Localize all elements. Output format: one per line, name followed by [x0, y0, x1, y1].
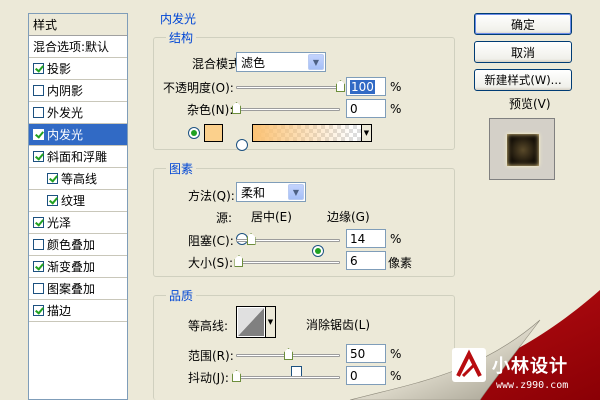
style-list-item-label: 外发光	[47, 106, 84, 120]
elements-title: 图素	[166, 160, 197, 177]
style-enable-checkbox[interactable]	[47, 195, 58, 206]
chevron-down-icon: ▼	[288, 184, 304, 200]
style-enable-checkbox[interactable]	[33, 239, 44, 250]
noise-input[interactable]: 0	[346, 99, 386, 118]
method-select[interactable]: 柔和 ▼	[236, 182, 306, 202]
size-input[interactable]: 6	[346, 251, 386, 270]
opacity-slider-track[interactable]	[236, 86, 340, 89]
style-list-item-label: 投影	[47, 62, 72, 76]
style-preview-thumbnail	[507, 134, 539, 166]
range-label: 范围(R):	[188, 349, 234, 363]
style-enable-checkbox[interactable]	[33, 63, 44, 74]
style-enable-checkbox[interactable]	[33, 217, 44, 228]
style-list-item[interactable]: 外发光	[29, 102, 127, 124]
style-enable-checkbox[interactable]	[33, 305, 44, 316]
style-list-item[interactable]: 图案叠加	[29, 278, 127, 300]
style-list-item-label: 混合选项:默认	[33, 40, 110, 54]
style-enable-checkbox[interactable]	[47, 173, 58, 184]
source-edge-radio[interactable]	[312, 245, 324, 257]
style-list-item-label: 内发光	[47, 128, 84, 142]
gradient-radio[interactable]	[236, 139, 248, 151]
contour-picker[interactable]: ▼	[236, 306, 276, 338]
style-enable-checkbox[interactable]	[33, 283, 44, 294]
style-list-header: 样式	[29, 14, 127, 36]
style-list-item[interactable]: 等高线	[29, 168, 127, 190]
opacity-unit: %	[390, 80, 402, 94]
style-enable-checkbox[interactable]	[33, 151, 44, 162]
cancel-button[interactable]: 取消	[474, 41, 572, 63]
watermark-brand: 小林设计	[492, 356, 568, 377]
source-center-label[interactable]: 居中(E)	[251, 208, 292, 225]
glow-gradient-picker[interactable]: ▼	[252, 124, 372, 142]
new-style-button[interactable]: 新建样式(W)...	[474, 69, 572, 91]
structure-title: 结构	[166, 29, 197, 46]
method-value: 柔和	[241, 185, 266, 200]
style-list-item[interactable]: 斜面和浮雕	[29, 146, 127, 168]
style-list-item-label: 内阴影	[47, 84, 84, 98]
style-list-item[interactable]: 描边	[29, 300, 127, 322]
noise-label: 杂色(N):	[187, 103, 234, 117]
style-list-item-label: 等高线	[61, 172, 98, 186]
blend-mode-value: 滤色	[241, 55, 266, 70]
style-enable-checkbox[interactable]	[33, 261, 44, 272]
style-list-item[interactable]: 渐变叠加	[29, 256, 127, 278]
style-enable-checkbox[interactable]	[33, 129, 44, 140]
chevron-down-icon: ▼	[361, 125, 371, 141]
color-radio[interactable]	[188, 127, 200, 139]
style-list-item[interactable]: 投影	[29, 58, 127, 80]
style-list-item[interactable]: 颜色叠加	[29, 234, 127, 256]
contour-linear-icon	[238, 308, 264, 336]
style-preview-box	[489, 118, 555, 180]
method-label: 方法(Q):	[188, 189, 235, 203]
jitter-slider-track[interactable]	[236, 376, 340, 379]
contour-label: 等高线:	[188, 319, 229, 333]
glow-color-swatch[interactable]	[204, 124, 223, 142]
style-list-item[interactable]: 纹理	[29, 190, 127, 212]
choke-input[interactable]: 14	[346, 229, 386, 248]
opacity-label: 不透明度(O):	[163, 81, 234, 95]
blend-mode-select[interactable]: 滤色 ▼	[236, 52, 326, 72]
style-list-item[interactable]: 混合选项:默认	[29, 36, 127, 58]
chevron-down-icon: ▼	[308, 54, 324, 70]
chevron-down-icon: ▼	[265, 307, 275, 337]
style-list-item-label: 颜色叠加	[47, 238, 96, 252]
size-slider-track[interactable]	[236, 261, 340, 264]
choke-label: 阻塞(C):	[188, 234, 234, 248]
style-list-item-label: 光泽	[47, 216, 72, 230]
source-edge-label[interactable]: 边缘(G)	[327, 208, 370, 225]
style-list-item[interactable]: 光泽	[29, 212, 127, 234]
size-label: 大小(S):	[188, 256, 234, 270]
style-list-item-label: 图案叠加	[47, 282, 96, 296]
style-list-item-label: 渐变叠加	[47, 260, 96, 274]
style-list-item[interactable]: 内发光	[29, 124, 127, 146]
style-enable-checkbox[interactable]	[33, 85, 44, 96]
style-list-item-label: 斜面和浮雕	[47, 150, 108, 164]
ok-button[interactable]: 确定	[474, 13, 572, 35]
size-unit: 像素	[388, 256, 413, 270]
panel-title: 内发光	[160, 12, 197, 26]
source-label: 源:	[216, 211, 233, 225]
opacity-input[interactable]: 100	[346, 77, 386, 96]
watermark-url: www.z990.com	[496, 380, 569, 391]
style-list-item-label: 纹理	[61, 194, 86, 208]
brand-logo-icon	[452, 348, 486, 382]
choke-unit: %	[390, 232, 402, 246]
noise-unit: %	[390, 102, 402, 116]
style-list-item-label: 描边	[47, 304, 72, 318]
preview-label[interactable]: 预览(V)	[509, 95, 551, 112]
style-enable-checkbox[interactable]	[33, 107, 44, 118]
jitter-label: 抖动(J):	[188, 371, 229, 385]
noise-slider-track[interactable]	[236, 108, 340, 111]
style-list: 样式 混合选项:默认投影内阴影外发光内发光斜面和浮雕等高线纹理光泽颜色叠加渐变叠…	[28, 13, 128, 400]
style-list-item[interactable]: 内阴影	[29, 80, 127, 102]
quality-title: 品质	[166, 287, 197, 304]
